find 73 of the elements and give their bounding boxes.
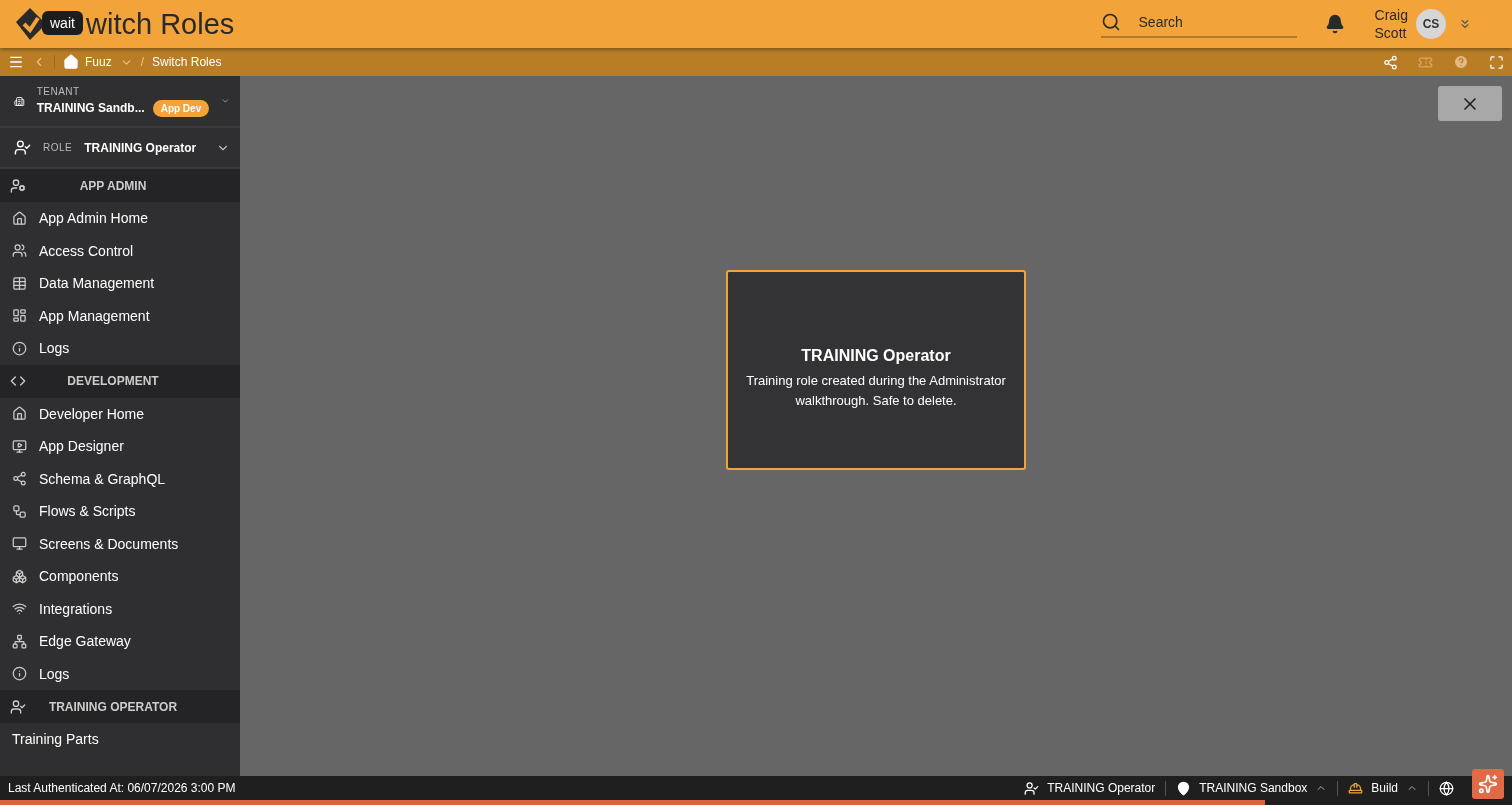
breadcrumb-link[interactable]: Switch Roles — [152, 55, 222, 69]
status-item[interactable]: TRAINING Sandbox — [1165, 780, 1338, 796]
nav-item[interactable]: Edge Gateway — [0, 625, 240, 658]
network-icon — [12, 633, 27, 649]
ticket-icon[interactable] — [1418, 54, 1433, 70]
section-title: TRAINING OPERATOR — [47, 699, 179, 714]
nodes-icon — [12, 471, 27, 487]
spark-button[interactable] — [1472, 769, 1504, 799]
last-authenticated: Last Authenticated At: 06/07/2026 3:00 PM — [8, 781, 236, 795]
pin-icon — [1176, 780, 1192, 796]
user-icon — [10, 698, 26, 715]
avatar[interactable]: CS — [1416, 9, 1446, 39]
breadcrumb-separator: / — [140, 55, 145, 69]
section-title: APP ADMIN — [78, 178, 148, 193]
table-icon — [12, 275, 27, 291]
flow-icon — [12, 503, 27, 519]
search-field[interactable]: Search — [1136, 13, 1281, 31]
bell-icon[interactable] — [1324, 14, 1345, 34]
user-icon — [14, 139, 31, 156]
home-icon — [12, 210, 27, 226]
sparkle-icon — [1478, 774, 1498, 794]
help-icon[interactable] — [1453, 54, 1469, 70]
code-icon — [10, 373, 26, 389]
search-icon — [1100, 12, 1121, 32]
info-icon — [12, 340, 27, 356]
close-button[interactable] — [1438, 86, 1502, 121]
user-name: Craig Scott — [1374, 6, 1408, 42]
boxes-icon — [12, 568, 27, 584]
status-item[interactable]: TRAINING Operator — [1014, 780, 1166, 796]
people-icon — [12, 243, 27, 259]
nav-item[interactable]: App Designer — [0, 430, 240, 463]
nav-item[interactable]: Training Parts — [0, 723, 240, 756]
nav-item[interactable]: App Admin Home — [0, 202, 240, 235]
menu-icon[interactable] — [8, 54, 24, 70]
hard-hat-icon — [1348, 780, 1364, 796]
role-label: ROLE — [43, 142, 73, 153]
apps-icon — [12, 308, 27, 324]
monitor-icon — [12, 536, 27, 552]
nav-item[interactable]: Developer Home — [0, 397, 240, 430]
role-description: Training role created during the Administrator walkthrough. Safe to delete. — [745, 372, 1007, 410]
user-icon — [1024, 780, 1040, 796]
nav-item[interactable]: Components — [0, 560, 240, 593]
tenant-name: TRAINING Sandb... — [36, 101, 145, 115]
monitor-icon — [12, 438, 27, 454]
nav-item[interactable]: Schema & GraphQL — [0, 462, 240, 495]
status-item[interactable]: Build — [1337, 780, 1428, 796]
wifi-icon — [12, 601, 27, 617]
nav-item[interactable]: Integrations — [0, 592, 240, 625]
breadcrumb-link[interactable]: Fuuz — [63, 54, 112, 70]
fullscreen-icon[interactable] — [1489, 54, 1504, 70]
user-gear-icon — [10, 177, 26, 194]
tenant-label: TENANT — [36, 85, 81, 97]
env-badge: App Dev — [152, 99, 210, 117]
role-card[interactable]: TRAINING Operator Training role created during the Administrator walkthrough. Safe to delete. — [726, 270, 1026, 470]
globe-icon — [1439, 780, 1454, 796]
chevron-icon[interactable] — [1458, 17, 1472, 31]
nav-item[interactable]: Flows & Scripts — [0, 495, 240, 528]
role-title: TRAINING Operator — [801, 347, 951, 365]
nav-item[interactable]: Screens & Documents — [0, 527, 240, 560]
tenant-picker[interactable]: TENANT TRAINING Sandb... App Dev — [0, 76, 240, 128]
nav-item[interactable]: Access Control — [0, 234, 240, 267]
nav-item[interactable]: Data Management — [0, 267, 240, 300]
nav-item[interactable]: Logs — [0, 657, 240, 690]
page-title: witch Roles — [86, 7, 235, 41]
role-name: TRAINING Operator — [84, 140, 198, 155]
home-icon — [12, 406, 27, 422]
wait-tooltip: wait — [42, 11, 83, 35]
info-icon — [12, 666, 27, 682]
nav-item[interactable]: Logs — [0, 332, 240, 365]
home-icon — [63, 54, 79, 70]
share-icon[interactable] — [1383, 54, 1398, 70]
section-title: DEVELOPMENT — [66, 374, 160, 388]
nav-item[interactable]: App Management — [0, 299, 240, 332]
